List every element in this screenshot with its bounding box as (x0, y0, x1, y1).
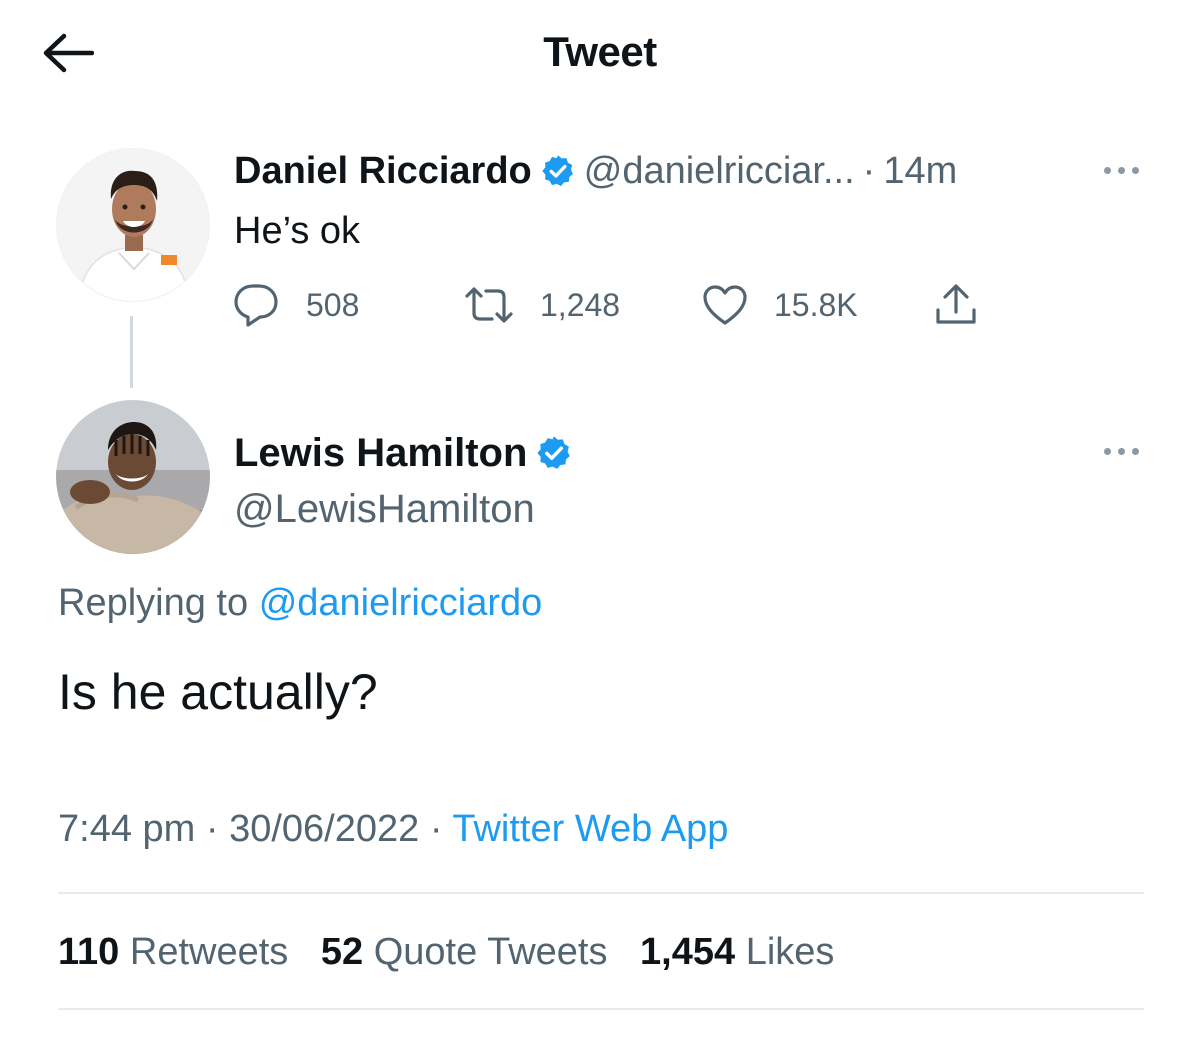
separator-dot: · (205, 808, 219, 850)
tweet-time[interactable]: 7:44 pm (58, 808, 195, 850)
author-handle[interactable]: @danielricciar... (584, 146, 855, 196)
tweet-time[interactable]: 14m (883, 146, 957, 196)
like-count: 15.8K (774, 286, 858, 323)
separator-dot: · (862, 150, 876, 192)
thread-connector-line (130, 316, 133, 388)
retweet-button[interactable]: 1,248 (464, 282, 620, 328)
divider (58, 1008, 1144, 1010)
reply-button[interactable]: 508 (232, 282, 359, 328)
page-title: Tweet (543, 28, 657, 75)
main-tweet-author-row: Lewis Hamilton (234, 428, 581, 478)
likes-count: 1,454 (640, 931, 736, 973)
likes-stat[interactable]: 1,454 Likes (640, 931, 834, 973)
author-name[interactable]: Daniel Ricciardo (234, 146, 532, 196)
share-icon (936, 284, 976, 324)
retweet-icon (465, 287, 513, 323)
header: Tweet (0, 0, 1200, 110)
parent-tweet-header: Daniel Ricciardo @danielricciar... · 14m (234, 146, 957, 196)
main-tweet-text: Is he actually? (58, 664, 378, 720)
quote-tweets-count: 52 (320, 931, 364, 973)
retweets-stat[interactable]: 110 Retweets (58, 931, 288, 973)
more-options-icon[interactable] (1096, 155, 1146, 185)
reply-count: 508 (306, 286, 360, 323)
like-button[interactable]: 15.8K (702, 282, 858, 328)
tweet-date[interactable]: 30/06/2022 (229, 808, 419, 850)
divider (58, 892, 1144, 894)
tweet-source-link[interactable]: Twitter Web App (452, 808, 728, 850)
likes-label: Likes (745, 931, 835, 973)
retweet-count: 1,248 (540, 286, 621, 323)
tweet-stats: 110 Retweets 52 Quote Tweets 1,454 Likes (58, 926, 856, 978)
replying-handle-link[interactable]: @danielricciardo (259, 582, 543, 624)
quote-tweets-label: Quote Tweets (373, 931, 608, 973)
author-handle[interactable]: @LewisHamilton (234, 484, 535, 534)
avatar-daniel-ricciardo[interactable] (56, 148, 210, 302)
retweets-label: Retweets (129, 931, 289, 973)
avatar-lewis-hamilton[interactable] (56, 400, 210, 554)
replying-prefix: Replying to (58, 582, 249, 624)
tweet-meta: 7:44 pm · 30/06/2022 · Twitter Web App (58, 804, 728, 854)
quote-tweets-stat[interactable]: 52 Quote Tweets (321, 931, 608, 973)
verified-badge-icon (542, 155, 573, 186)
retweets-count: 110 (58, 931, 120, 973)
share-button[interactable] (932, 282, 1006, 328)
parent-tweet-text: He’s ok (234, 210, 361, 252)
author-name[interactable]: Lewis Hamilton (234, 428, 527, 478)
reply-icon (234, 284, 278, 327)
more-options-icon[interactable] (1096, 436, 1146, 466)
separator-dot: · (429, 808, 443, 850)
parent-tweet-actions: 508 1,248 15.8K (232, 282, 992, 328)
replying-to: Replying to @danielricciardo (58, 578, 542, 628)
heart-icon (703, 285, 747, 325)
verified-badge-icon (537, 436, 571, 469)
